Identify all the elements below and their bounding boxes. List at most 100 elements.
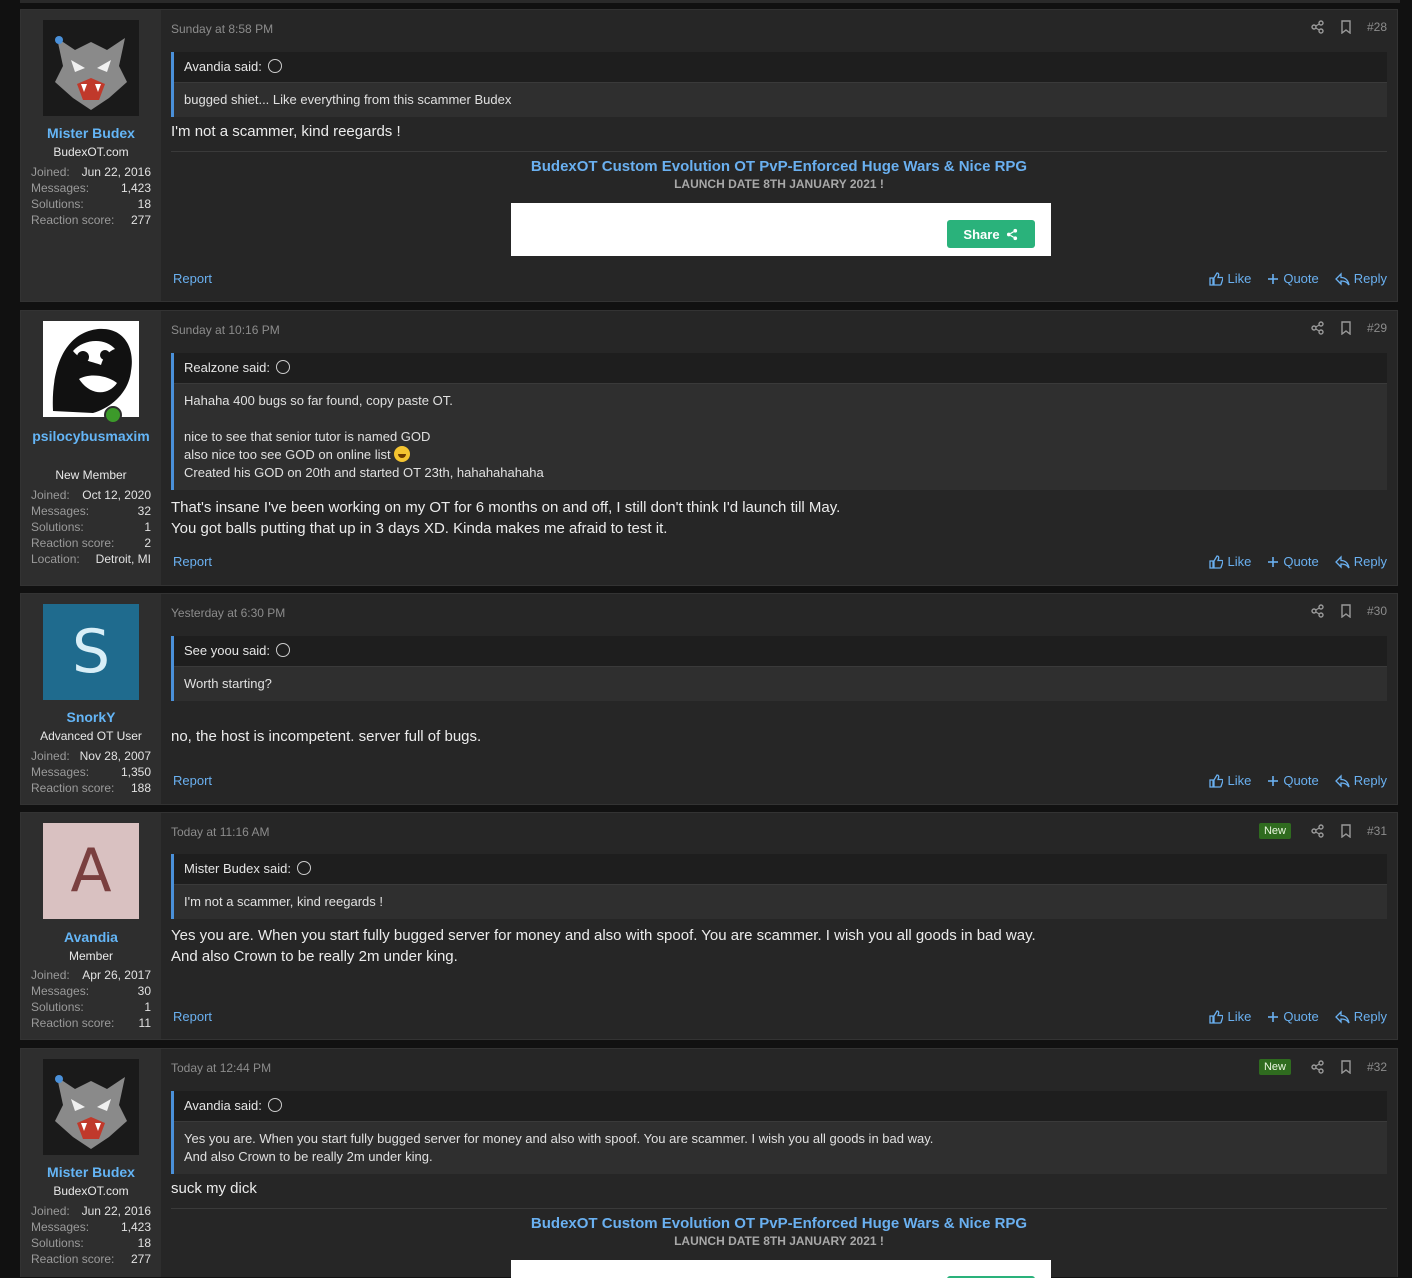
post-number[interactable]: #28 (1367, 20, 1387, 34)
avatar[interactable]: A (43, 823, 139, 919)
share-icon[interactable] (1311, 20, 1325, 34)
post-text: I'm not a scammer, kind reegards ! (171, 123, 401, 140)
post-number[interactable]: #32 (1367, 1060, 1387, 1074)
quote-button[interactable]: Quote (1267, 1009, 1319, 1024)
avatar[interactable]: S (43, 604, 139, 700)
avatar[interactable] (43, 321, 139, 417)
thumbs-up-icon (1209, 271, 1224, 286)
post-time[interactable]: Sunday at 10:16 PM (171, 323, 280, 337)
user-stats: Joined: Jun 22, 2016 Messages: 1,423 Solut… (31, 1204, 151, 1266)
post-number[interactable]: #29 (1367, 321, 1387, 335)
arrow-up-circle-icon[interactable] (276, 360, 291, 374)
bookmark-icon[interactable] (1339, 321, 1353, 335)
signature-subtitle: LAUNCH DATE 8TH JANUARY 2021 ! (674, 177, 884, 191)
quote-button[interactable]: Quote (1267, 271, 1319, 286)
reply-button[interactable]: Reply (1335, 271, 1387, 286)
user-stats: Joined: Apr 26, 2017 Messages: 30 Solution… (31, 968, 151, 1030)
post-text: Yes you are. When you start fully bugged… (171, 927, 1036, 965)
report-link[interactable]: Report (173, 271, 212, 286)
user-stats: Joined: Nov 28, 2007 Messages: 1,350 React… (31, 749, 151, 795)
bookmark-icon[interactable] (1339, 1060, 1353, 1074)
quote-block: Mister Budex said: I'm not a scammer, ki… (171, 854, 1387, 919)
share-icon[interactable] (1311, 604, 1325, 618)
bookmark-icon[interactable] (1339, 604, 1353, 618)
share-icon[interactable] (1311, 1060, 1325, 1074)
like-button[interactable]: Like (1209, 554, 1251, 569)
quote-text: bugged shiet... Like everything from thi… (184, 92, 512, 107)
reply-button[interactable]: Reply (1335, 554, 1387, 569)
quote-header[interactable]: Mister Budex said: (174, 854, 1387, 885)
reply-button[interactable]: Reply (1335, 1009, 1387, 1024)
user-title: BudexOT.com (53, 1184, 129, 1198)
reply-button[interactable]: Reply (1335, 773, 1387, 788)
post-31: A Avandia Member Joined: Apr 26, 2017 Mes… (20, 812, 1398, 1040)
post-main: Today at 12:44 PM New #32 Avandia said: … (171, 1049, 1387, 1278)
post-main: Sunday at 10:16 PM #29 Realzone said: Ha… (171, 311, 1387, 585)
user-panel: Mister Budex BudexOT.com Joined: Jun 22, … (21, 1049, 161, 1277)
user-panel: A Avandia Member Joined: Apr 26, 2017 Mes… (21, 813, 161, 1039)
username[interactable]: SnorkY (21, 707, 161, 727)
post-time[interactable]: Yesterday at 6:30 PM (171, 606, 285, 620)
post-time[interactable]: Today at 11:16 AM (171, 825, 270, 839)
quote-header[interactable]: Realzone said: (174, 353, 1387, 384)
quote-block: See yoou said: Worth starting? (171, 636, 1387, 701)
thumbs-up-icon (1209, 773, 1224, 788)
signature-subtitle: LAUNCH DATE 8TH JANUARY 2021 ! (674, 1234, 884, 1248)
username[interactable]: psilocybusmaxim (21, 426, 161, 446)
arrow-up-circle-icon[interactable] (276, 643, 291, 657)
arrow-up-circle-icon[interactable] (267, 59, 282, 73)
post-time[interactable]: Today at 12:44 PM (171, 1061, 271, 1075)
arrow-up-circle-icon[interactable] (296, 861, 311, 875)
share-icon[interactable] (1311, 321, 1325, 335)
user-panel: Mister Budex BudexOT.com Joined: Jun 22, … (21, 10, 161, 301)
like-button[interactable]: Like (1209, 1009, 1251, 1024)
post-29: psilocybusmaxim New Member Joined: Oct 12… (20, 310, 1398, 586)
post-actions: #30 (1297, 604, 1387, 618)
quote-block: Avandia said: Yes you are. When you star… (171, 1091, 1387, 1174)
avatar[interactable] (43, 20, 139, 116)
quote-button[interactable]: Quote (1267, 773, 1319, 788)
reply-icon (1335, 1010, 1350, 1024)
post-number[interactable]: #31 (1367, 824, 1387, 838)
share-widget: Share (511, 203, 1051, 256)
username[interactable]: Mister Budex (21, 123, 161, 143)
bookmark-icon[interactable] (1339, 20, 1353, 34)
post-number[interactable]: #30 (1367, 604, 1387, 618)
like-button[interactable]: Like (1209, 271, 1251, 286)
online-status-icon (104, 406, 122, 424)
post-time[interactable]: Sunday at 8:58 PM (171, 22, 273, 36)
share-icon[interactable] (1311, 824, 1325, 838)
report-link[interactable]: Report (173, 554, 212, 569)
post-actions: #29 (1297, 321, 1387, 335)
quote-text: I'm not a scammer, kind reegards ! (184, 894, 384, 909)
new-badge: New (1258, 823, 1291, 839)
quote-header[interactable]: Avandia said: (174, 1091, 1387, 1122)
user-title: BudexOT.com (53, 145, 129, 159)
report-link[interactable]: Report (173, 1009, 212, 1024)
quote-header[interactable]: See yoou said: (174, 636, 1387, 667)
quote-header[interactable]: Avandia said: (174, 52, 1387, 83)
user-panel: S SnorkY Advanced OT User Joined: Nov 28,… (21, 594, 161, 804)
post-text: That's insane I've been working on my OT… (171, 499, 841, 537)
avatar[interactable] (43, 1059, 139, 1155)
post-actions: New #32 (1258, 1059, 1387, 1075)
post-main: Sunday at 8:58 PM #28 Avandia said: bugg… (171, 10, 1387, 301)
reply-icon (1335, 774, 1350, 788)
quote-text: Worth starting? (184, 676, 272, 691)
signature: BudexOT Custom Evolution OT PvP-Enforced… (171, 1208, 1387, 1248)
share-button[interactable]: Share (947, 220, 1035, 248)
signature-title[interactable]: BudexOT Custom Evolution OT PvP-Enforced… (171, 1215, 1387, 1232)
post-main: Today at 11:16 AM New #31 Mister Budex s… (171, 813, 1387, 1039)
report-link[interactable]: Report (173, 773, 212, 788)
post-actions: #28 (1297, 20, 1387, 34)
user-title: Member (68, 949, 113, 963)
signature-title[interactable]: BudexOT Custom Evolution OT PvP-Enforced… (171, 158, 1387, 175)
bookmark-icon[interactable] (1339, 824, 1353, 838)
username[interactable]: Mister Budex (21, 1162, 161, 1182)
like-button[interactable]: Like (1209, 773, 1251, 788)
username[interactable]: Avandia (21, 927, 161, 947)
quote-button[interactable]: Quote (1267, 554, 1319, 569)
plus-icon (1267, 1010, 1280, 1023)
arrow-up-circle-icon[interactable] (267, 1098, 282, 1112)
quote-text: Hahaha 400 bugs so far found, copy paste… (184, 393, 544, 480)
